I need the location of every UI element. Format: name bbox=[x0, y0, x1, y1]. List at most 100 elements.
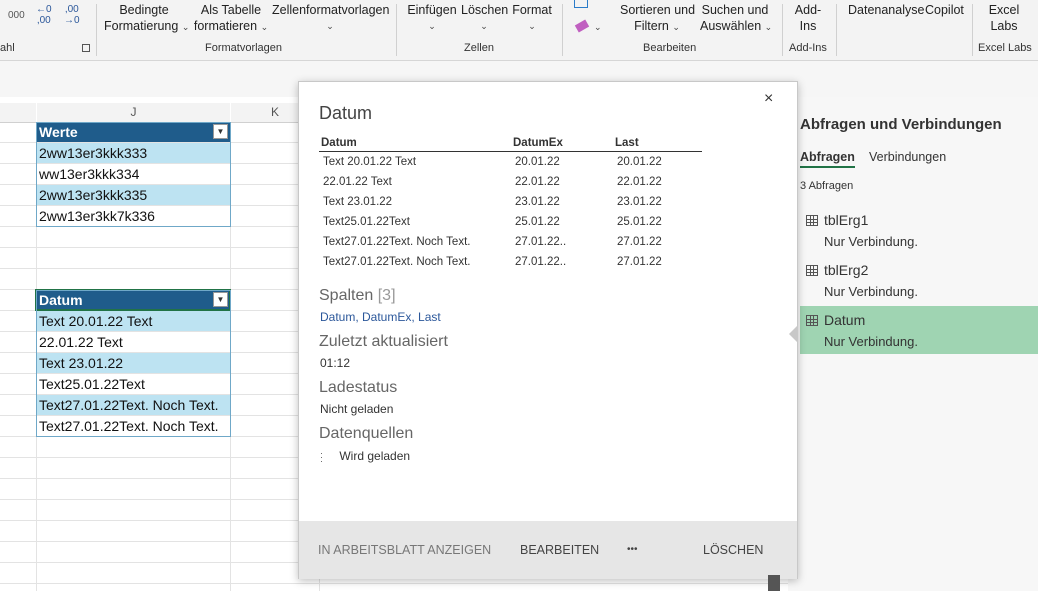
ribbon-separator bbox=[96, 4, 97, 56]
column-header-j[interactable]: J bbox=[37, 103, 230, 123]
chevron-down-icon: ⌄ bbox=[260, 22, 269, 32]
insert-label: Einfügen bbox=[407, 3, 457, 17]
table-row[interactable]: 22.01.22 Text bbox=[36, 332, 230, 352]
increase-decimal-button[interactable]: ←0 ,00 bbox=[36, 4, 52, 26]
table-row[interactable]: Text27.01.22Text. Noch Text. bbox=[36, 395, 230, 415]
pane-title: Abfragen und Verbindungen bbox=[800, 116, 1002, 133]
preview-cell: 25.01.22 bbox=[617, 216, 662, 228]
table-row[interactable]: 2ww13er3kk7k336 bbox=[36, 206, 230, 226]
format-label: Format bbox=[512, 3, 552, 17]
table-row[interactable]: ww13er3kkk334 bbox=[36, 164, 230, 184]
table-icon bbox=[806, 315, 818, 326]
preview-cell: 27.01.22 bbox=[617, 256, 662, 268]
table-header-werte[interactable]: Werte ▼ bbox=[36, 122, 230, 142]
ribbon-separator bbox=[396, 4, 397, 56]
cell-styles-label: Zellenformatvorlagen bbox=[272, 3, 390, 17]
chevron-down-icon: ⌄ bbox=[326, 21, 334, 31]
ribbon-separator bbox=[782, 4, 783, 56]
chevron-down-icon: ⌄ bbox=[594, 22, 602, 32]
find-select-label-1: Suchen und bbox=[701, 3, 769, 17]
conditional-formatting-label-1: Bedingte bbox=[119, 3, 169, 17]
query-item-tblerg1[interactable]: tblErg1 Nur Verbindung. bbox=[800, 206, 1038, 254]
addins-button[interactable]: Add- Ins bbox=[790, 2, 826, 34]
data-sources-value: Wird geladen bbox=[339, 449, 411, 463]
preview-cell: 27.01.22.. bbox=[515, 256, 567, 268]
table-row[interactable]: Text 23.01.22 bbox=[36, 353, 230, 373]
format-cells-button[interactable]: Format ⌄ bbox=[512, 2, 552, 34]
find-select-button[interactable]: Suchen und Auswählen ⌄ bbox=[700, 2, 773, 35]
preview-cell: 20.01.22 bbox=[515, 156, 560, 168]
table-row[interactable]: Text 20.01.22 Text bbox=[36, 311, 230, 331]
show-in-worksheet-button[interactable]: IN ARBEITSBLATT ANZEIGEN bbox=[318, 543, 491, 557]
query-count: 3 Abfragen bbox=[800, 180, 854, 192]
chevron-down-icon: ⌄ bbox=[181, 22, 190, 32]
query-name: Datum bbox=[824, 312, 866, 328]
format-as-table-button[interactable]: Als Tabelle formatieren ⌄ bbox=[193, 2, 269, 35]
eraser-icon[interactable] bbox=[574, 19, 590, 33]
tab-connections[interactable]: Verbindungen bbox=[869, 150, 946, 164]
last-updated-value: 01:12 bbox=[320, 356, 351, 370]
load-status-title: Ladestatus bbox=[319, 379, 398, 396]
addins-label-2: Ins bbox=[799, 19, 817, 33]
columns-count: [3] bbox=[377, 287, 396, 304]
edit-button[interactable]: BEARBEITEN bbox=[520, 543, 599, 557]
excel-labs-button[interactable]: Excel Labs bbox=[984, 2, 1024, 34]
data-analysis-button[interactable]: Datenanalyse bbox=[848, 2, 924, 18]
query-item-tblerg2[interactable]: tblErg2 Nur Verbindung. bbox=[800, 256, 1038, 304]
column-header-prev[interactable] bbox=[0, 103, 36, 123]
sort-filter-button[interactable]: Sortieren und Filtern ⌄ bbox=[620, 2, 695, 35]
preview-cell: 23.01.22 bbox=[617, 196, 662, 208]
sort-filter-label-2: Filtern bbox=[634, 19, 669, 33]
scrollbar[interactable] bbox=[768, 575, 780, 591]
cell-styles-button[interactable]: Zellenformatvorlagen ⌄ bbox=[272, 2, 390, 34]
table-header-datum[interactable]: Datum ▼ bbox=[35, 289, 231, 311]
query-peek-card: Datum × Datum DatumEx Last Text 20.01.22… bbox=[298, 81, 798, 579]
preview-cell: 22.01.22 bbox=[617, 176, 662, 188]
filter-dropdown-icon[interactable]: ▼ bbox=[213, 292, 228, 307]
chevron-down-icon: ⌄ bbox=[480, 21, 488, 31]
filter-dropdown-icon[interactable]: ▼ bbox=[213, 124, 228, 139]
dialog-launcher-icon[interactable] bbox=[82, 44, 90, 52]
columns-list[interactable]: Datum, DatumEx, Last bbox=[320, 310, 441, 324]
copilot-button[interactable]: Copilot bbox=[925, 2, 964, 18]
card-title: Datum bbox=[319, 103, 373, 123]
preview-cell: 20.01.22 bbox=[617, 156, 662, 168]
preview-col-header: DatumEx bbox=[511, 135, 613, 152]
preview-cell: Text25.01.22Text bbox=[323, 216, 410, 228]
query-name: tblErg2 bbox=[824, 262, 869, 278]
fill-down-icon[interactable] bbox=[574, 0, 588, 8]
find-select-label-2: Auswählen bbox=[700, 19, 762, 33]
ribbon-separator bbox=[836, 4, 837, 56]
table-header-label: Werte bbox=[39, 124, 78, 140]
preview-cell: 25.01.22 bbox=[515, 216, 560, 228]
delete-cells-button[interactable]: Löschen ⌄ bbox=[461, 2, 509, 34]
more-options-icon[interactable]: ••• bbox=[627, 544, 638, 555]
preview-row: Text25.01.22Text 25.01.22 25.01.22 bbox=[319, 212, 702, 232]
delete-label: Löschen bbox=[461, 3, 509, 17]
preview-table: Datum DatumEx Last Text 20.01.22 Text 20.… bbox=[319, 135, 702, 272]
preview-row: 22.01.22 Text 22.01.22 22.01.22 bbox=[319, 172, 702, 192]
table-header-label: Datum bbox=[39, 292, 83, 308]
table-row[interactable]: Text25.01.22Text bbox=[36, 374, 230, 394]
number-format-fragment[interactable]: 000 bbox=[8, 8, 25, 24]
conditional-formatting-label-2: Formatierung bbox=[104, 19, 179, 33]
chevron-down-icon: ⌄ bbox=[764, 22, 773, 32]
query-item-datum[interactable]: Datum Nur Verbindung. bbox=[800, 306, 1038, 354]
group-label-bearbeiten: Bearbeiten bbox=[643, 42, 697, 54]
preview-row: Text 23.01.22 23.01.22 23.01.22 bbox=[319, 192, 702, 212]
decrease-decimal-button[interactable]: ,00 →0 bbox=[64, 4, 80, 26]
ribbon: 000 ←0 ,00 ,00 →0 ahl Bedingte Formatier… bbox=[0, 0, 1038, 61]
preview-row: Text27.01.22Text. Noch Text. 27.01.22.. 27… bbox=[319, 232, 702, 252]
close-icon[interactable]: × bbox=[764, 90, 773, 108]
preview-cell: Text 23.01.22 bbox=[323, 196, 393, 208]
delete-button[interactable]: LÖSCHEN bbox=[703, 543, 763, 557]
card-pointer bbox=[789, 326, 797, 342]
preview-cell: 27.01.22.. bbox=[515, 236, 567, 248]
table-row[interactable]: 2ww13er3kkk333 bbox=[36, 143, 230, 163]
query-status: Nur Verbindung. bbox=[824, 284, 918, 299]
conditional-formatting-button[interactable]: Bedingte Formatierung ⌄ bbox=[104, 2, 189, 35]
tab-queries[interactable]: Abfragen bbox=[800, 150, 855, 168]
table-row[interactable]: 2ww13er3kkk335 bbox=[36, 185, 230, 205]
insert-cells-button[interactable]: Einfügen ⌄ bbox=[407, 2, 457, 34]
table-row[interactable]: Text27.01.22Text. Noch Text. bbox=[36, 416, 230, 436]
